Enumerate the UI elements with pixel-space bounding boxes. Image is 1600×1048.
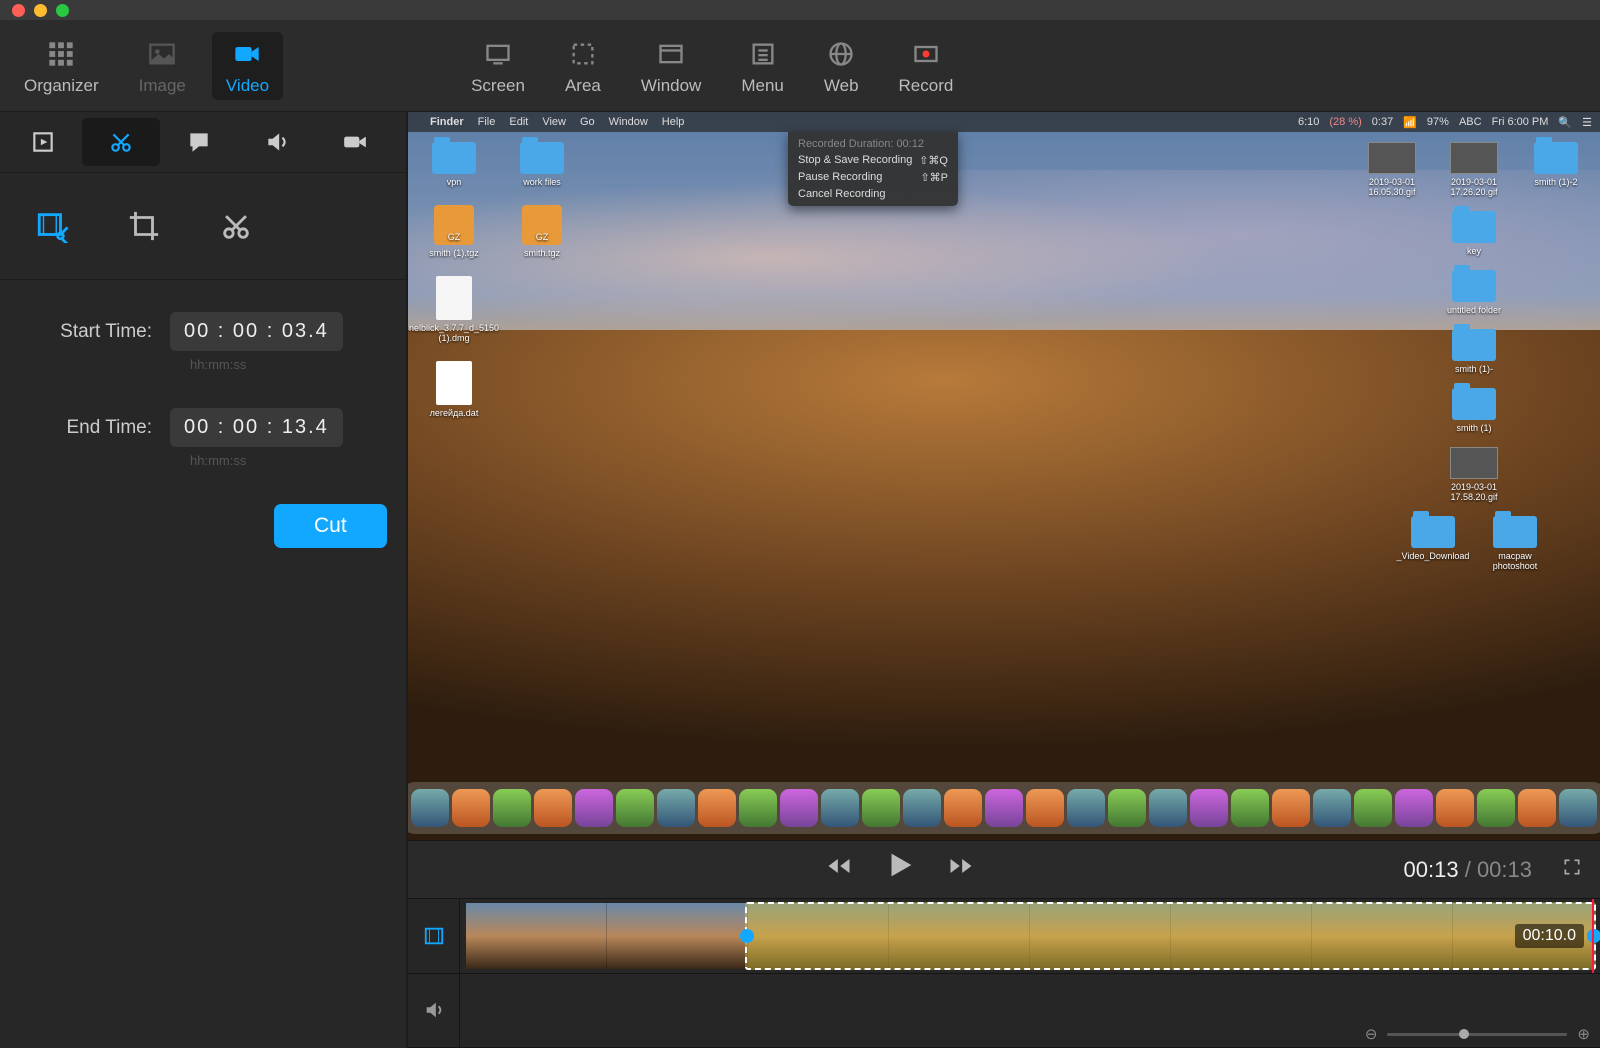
playback-bar: 00:13 / 00:13 <box>408 840 1600 898</box>
screen-mode[interactable]: Screen <box>457 32 539 100</box>
timeline: 00:10.0 ⊖ ⊕ <box>408 898 1600 1048</box>
menu-icon <box>749 38 777 70</box>
audio-track-head[interactable] <box>408 974 459 1048</box>
area-mode[interactable]: Area <box>551 32 615 100</box>
maximize-button[interactable] <box>56 4 69 17</box>
audio-track[interactable]: ⊖ ⊕ <box>460 974 1600 1048</box>
clips-tool[interactable] <box>4 118 82 166</box>
time-panel: Start Time: 00 : 00 : 03.4 hh:mm:ss End … <box>0 280 406 580</box>
area-label: Area <box>565 76 601 96</box>
organizer-tab[interactable]: Organizer <box>10 32 113 100</box>
start-time-hint: hh:mm:ss <box>190 357 386 372</box>
video-icon <box>233 38 261 70</box>
camera-tool[interactable] <box>316 118 394 166</box>
menu-label: Menu <box>741 76 784 96</box>
record-mode[interactable]: Record <box>885 32 968 100</box>
cut-button[interactable]: Cut <box>274 504 387 548</box>
fullscreen-button[interactable] <box>1562 857 1582 883</box>
video-track[interactable]: 00:10.0 <box>460 899 1600 974</box>
window-icon <box>657 38 685 70</box>
forward-button[interactable] <box>947 852 975 887</box>
left-desktop-icons: vpn work files GZsmith (1).tgz GZsmith.t… <box>420 142 576 418</box>
selection-start-handle[interactable] <box>740 929 754 943</box>
video-track-head[interactable] <box>408 899 459 974</box>
selection-time-label: 00:10.0 <box>1515 924 1584 948</box>
grid-icon <box>47 38 75 70</box>
zoom-in-icon[interactable]: ⊕ <box>1577 1025 1590 1043</box>
scissors-tool[interactable] <box>204 199 268 253</box>
preview-area: Finder File Edit View Go Window Help 6:1… <box>408 112 1600 1048</box>
edit-tool-row <box>0 173 406 280</box>
video-tab[interactable]: Video <box>212 32 283 100</box>
menu-mode[interactable]: Menu <box>727 32 798 100</box>
video-preview[interactable]: Finder File Edit View Go Window Help 6:1… <box>408 112 1600 840</box>
record-label: Record <box>899 76 954 96</box>
right-desktop-icons: 2019-03-01 16.05.30.gif 2019-03-01 17.26… <box>1358 142 1590 571</box>
organizer-label: Organizer <box>24 76 99 96</box>
dropdown-item: Stop & Save Recording⇧⌘Q <box>788 152 958 169</box>
dropdown-item: Cancel Recording <box>788 186 958 202</box>
audio-tool[interactable] <box>238 118 316 166</box>
rewind-button[interactable] <box>825 852 853 887</box>
window-label: Window <box>641 76 701 96</box>
play-button[interactable] <box>883 848 917 891</box>
side-tool-row <box>0 112 406 173</box>
main-toolbar: Organizer Image Video Screen Area Window <box>0 20 1600 112</box>
screen-icon <box>484 38 512 70</box>
end-time-hint: hh:mm:ss <box>190 453 386 468</box>
callout-tool[interactable] <box>160 118 238 166</box>
dropdown-item: Pause Recording⇧⌘P <box>788 169 958 186</box>
cut-frames-tool[interactable] <box>20 199 84 253</box>
dock <box>408 782 1600 834</box>
dropdown-header: Recorded Duration: 00:12 <box>788 136 958 152</box>
globe-icon <box>827 38 855 70</box>
crop-tool[interactable] <box>112 199 176 253</box>
web-mode[interactable]: Web <box>810 32 873 100</box>
area-icon <box>569 38 597 70</box>
zoom-slider[interactable]: ⊖ ⊕ <box>1365 1025 1590 1043</box>
window-mode[interactable]: Window <box>627 32 715 100</box>
end-time-input[interactable]: 00 : 00 : 13.4 <box>170 408 343 447</box>
record-icon <box>912 38 940 70</box>
start-time-input[interactable]: 00 : 00 : 03.4 <box>170 312 343 351</box>
trim-tool[interactable] <box>82 118 160 166</box>
image-tab[interactable]: Image <box>125 32 200 100</box>
end-time-label: End Time: <box>20 417 152 439</box>
image-icon <box>148 38 176 70</box>
image-label: Image <box>139 76 186 96</box>
web-label: Web <box>824 76 859 96</box>
minimize-button[interactable] <box>34 4 47 17</box>
menubar-app: Finder <box>430 116 464 128</box>
timeline-selection[interactable]: 00:10.0 <box>745 902 1596 970</box>
start-time-label: Start Time: <box>20 321 152 343</box>
close-button[interactable] <box>12 4 25 17</box>
video-label: Video <box>226 76 269 96</box>
desktop-menubar: Finder File Edit View Go Window Help 6:1… <box>408 112 1600 132</box>
timecode: 00:13 / 00:13 <box>1404 857 1532 883</box>
playhead[interactable] <box>1592 899 1594 973</box>
editor-sidebar: Start Time: 00 : 00 : 03.4 hh:mm:ss End … <box>0 112 408 1048</box>
titlebar <box>0 0 1600 20</box>
screen-label: Screen <box>471 76 525 96</box>
zoom-out-icon[interactable]: ⊖ <box>1365 1025 1378 1043</box>
recording-dropdown: Recorded Duration: 00:12 Stop & Save Rec… <box>788 132 958 206</box>
